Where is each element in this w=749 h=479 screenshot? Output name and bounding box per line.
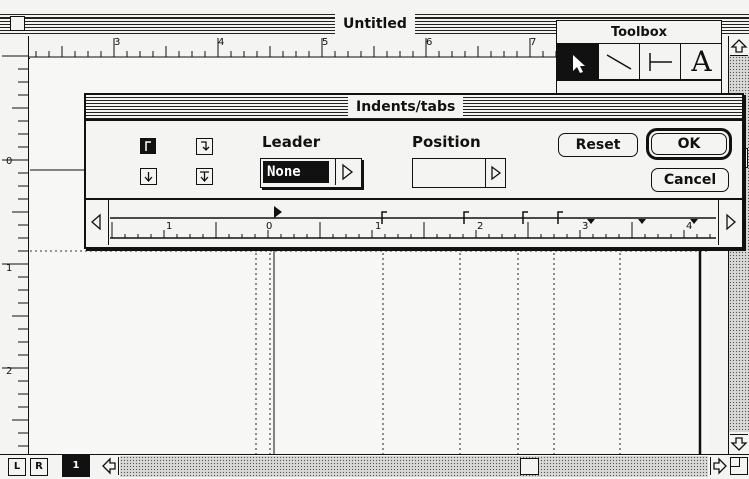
diagonal-line-icon [606,54,632,70]
dialog-ruler-right-arrow-icon[interactable] [718,200,741,245]
toolbox-title-bar[interactable]: Toolbox [557,21,721,43]
right-indent-icon[interactable] [196,138,213,155]
dialog-ruler-number-minus1: 1 [166,221,173,232]
perpendicular-line-tool[interactable] [639,43,681,81]
left-indent-selected-icon[interactable] [140,138,156,154]
ruler-number-3: 3 [114,37,121,48]
leader-value: None [263,161,329,183]
dialog-ruler-number-4: 4 [686,221,693,232]
left-ruler [0,36,29,454]
decimal-tab-icon[interactable] [196,168,213,185]
close-box-icon[interactable] [10,16,25,31]
page-number-button[interactable]: 1 [62,455,90,477]
left-page-button[interactable]: L [8,458,26,476]
ruler-number-6: 6 [426,37,433,48]
ok-label: OK [677,136,701,152]
position-arrow-icon[interactable] [485,159,506,187]
dialog-title-divider [86,119,742,121]
dialog-ruler-number-3: 3 [582,221,589,232]
arrow-tool[interactable] [557,43,599,81]
center-tab-icon[interactable] [140,168,157,185]
ok-button[interactable]: OK [646,128,732,160]
dialog-ruler-number-1: 1 [375,221,382,232]
dialog-ruler-number-0: 0 [266,221,273,232]
size-box-icon[interactable] [730,457,748,475]
left-ruler-number-1: 1 [6,263,13,274]
position-label: Position [412,133,481,151]
left-ruler-number-2: 2 [6,366,13,377]
dialog-ruler[interactable] [110,200,716,245]
right-page-label: R [35,461,43,472]
bottom-bar: L R 1 [0,454,749,478]
horizontal-scroll-track[interactable] [120,456,708,477]
leader-popup[interactable]: None [260,158,362,188]
ruler-number-5: 5 [322,37,329,48]
toolbox-palette: Toolbox A [556,20,722,98]
scroll-left-arrow-icon[interactable] [100,457,119,475]
line-tool[interactable] [598,43,640,81]
indents-tabs-dialog: Indents/tabs Leader None Position Reset … [84,93,744,249]
window-title: Untitled [335,14,415,34]
dialog-title: Indents/tabs [348,96,464,118]
text-tool-icon: A [691,45,712,78]
scroll-right-arrow-icon[interactable] [710,457,729,475]
arrow-tool-icon [573,55,585,73]
page-number: 1 [72,460,80,471]
horizontal-scroll-thumb[interactable] [520,458,539,475]
ruler-number-7: 7 [530,37,537,48]
scroll-up-arrow-icon[interactable] [730,37,748,56]
left-page-label: L [13,461,21,472]
toolbox-title: Toolbox [610,25,668,40]
left-ruler-number-0: 0 [6,156,13,167]
scroll-down-arrow-icon[interactable] [730,434,748,453]
dialog-ruler-number-2: 2 [477,221,484,232]
text-tool[interactable]: A [680,43,721,81]
right-page-button[interactable]: R [30,458,48,476]
cancel-label: Cancel [663,172,717,188]
dialog-ruler-left-arrow-icon[interactable] [86,200,109,245]
cancel-button[interactable]: Cancel [651,168,729,192]
reset-label: Reset [575,137,621,153]
reset-button[interactable]: Reset [558,133,638,157]
position-field[interactable] [412,158,506,188]
ruler-number-4: 4 [218,37,225,48]
leader-label: Leader [262,133,321,151]
leader-popup-arrow-icon[interactable] [335,159,362,185]
